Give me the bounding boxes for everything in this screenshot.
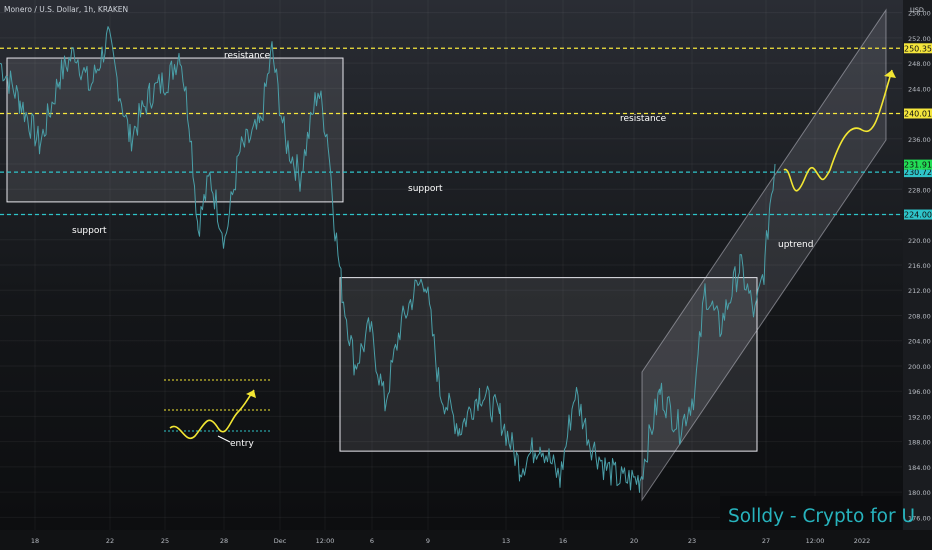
annotation-entry: entry	[230, 439, 254, 449]
range-box	[6, 57, 344, 203]
y-tick-label: 180.00	[908, 489, 931, 497]
annotation-uptrend: uptrend	[778, 240, 813, 250]
x-tick-label: 2022	[854, 537, 871, 545]
x-tick-label: 6	[370, 537, 374, 545]
y-tick-label: 236.00	[908, 136, 931, 144]
y-tick-label: 192.00	[908, 413, 931, 421]
y-tick-label: 220.00	[908, 237, 931, 245]
price-chart[interactable]: resistance support resistance support up…	[0, 0, 932, 550]
x-tick-label: Dec	[274, 537, 287, 545]
y-tick-label: 212.00	[908, 287, 931, 295]
annotation-resistance-top: resistance	[224, 51, 271, 61]
y-tick-label: 248.00	[908, 60, 931, 68]
annotation-support-right: support	[408, 184, 443, 194]
x-tick-label: 12:00	[316, 537, 335, 545]
chart-title: Monero / U.S. Dollar, 1h, KRAKEN	[4, 5, 128, 14]
price-tag-resistance: 250.35	[904, 44, 932, 53]
x-tick-label: 23	[688, 537, 696, 545]
price-tag-support: 224.00	[904, 211, 932, 220]
x-tick-label: 16	[559, 537, 567, 545]
y-tick-label: 200.00	[908, 363, 931, 371]
annotation-support-top: support	[72, 226, 107, 236]
y-tick-label: 252.00	[908, 35, 931, 43]
x-tick-label: 13	[502, 537, 510, 545]
y-tick-label: 216.00	[908, 262, 931, 270]
y-tick-label: 204.00	[908, 338, 931, 346]
x-tick-label: 18	[31, 537, 39, 545]
annotation-resistance-right: resistance	[620, 114, 667, 124]
y-tick-label: 208.00	[908, 312, 931, 320]
price-axis[interactable]: 176.00180.00184.00188.00192.00196.00200.…	[903, 0, 932, 530]
price-tag-resistance: 240.01	[904, 110, 932, 119]
entry-example	[164, 379, 270, 443]
watermark-text: Solldy - Crypto for U	[728, 506, 915, 527]
time-axis[interactable]: 18 22 25 28 Dec 12:00 6 9 13 16 20 23 27 12:00 2022	[0, 530, 932, 550]
y-tick-label: 196.00	[908, 388, 931, 396]
y-tick-label: 184.00	[908, 464, 931, 472]
x-tick-label: 22	[106, 537, 114, 545]
y-tick-label: 228.00	[908, 186, 931, 194]
y-tick-label: 244.00	[908, 85, 931, 93]
x-tick-label: 27	[762, 537, 770, 545]
x-tick-label: 20	[630, 537, 638, 545]
watermark-box: Solldy - Crypto for U	[720, 496, 915, 530]
x-tick-label: 25	[161, 537, 169, 545]
x-tick-label: 12:00	[806, 537, 825, 545]
y-tick-label: 188.00	[908, 439, 931, 447]
last-price-tag: 231.91	[904, 161, 932, 170]
x-tick-label: 28	[220, 537, 228, 545]
time-axis-bg	[0, 530, 932, 550]
x-tick-label: 9	[426, 537, 430, 545]
price-axis-unit: USD	[910, 6, 924, 14]
